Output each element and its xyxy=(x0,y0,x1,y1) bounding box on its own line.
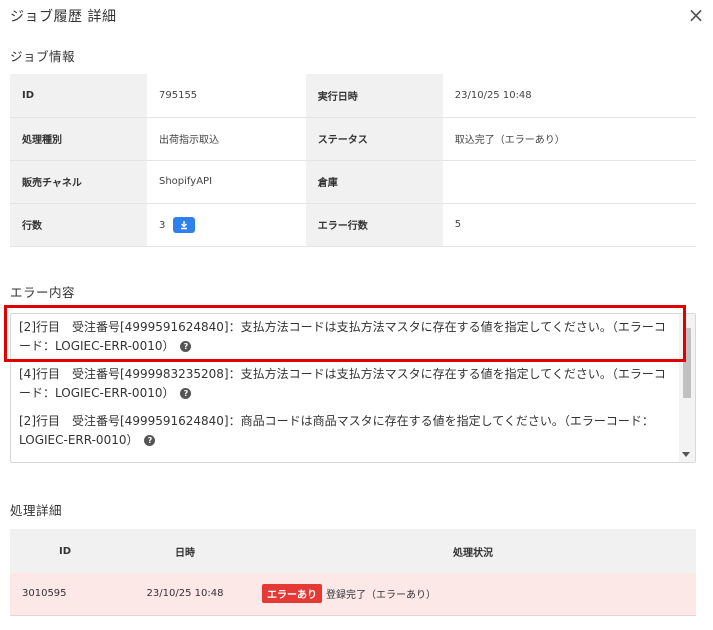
info-label: 倉庫 xyxy=(305,160,443,204)
info-label: ステータス xyxy=(305,117,443,161)
info-row: ID 795155 実行日時 23/10/25 10:48 xyxy=(10,74,696,118)
info-value: 795155 xyxy=(147,74,306,118)
info-row: 処理種別 出荷指示取込 ステータス 取込完了（エラーあり） xyxy=(10,117,696,161)
scroll-thumb[interactable] xyxy=(683,328,691,398)
download-button[interactable] xyxy=(173,216,196,233)
modal-title: ジョブ履歴 詳細 xyxy=(10,9,117,25)
col-header-datetime: 日時 xyxy=(120,529,250,573)
info-label: 処理種別 xyxy=(10,117,147,161)
error-text: [4]行目 受注番号[4999983235208]：支払方法コードは支払方法マス… xyxy=(19,367,666,400)
error-item: [4]行目 受注番号[4999983235208]：支払方法コードは支払方法マス… xyxy=(19,365,671,403)
info-label: エラー行数 xyxy=(305,203,443,247)
info-value xyxy=(442,160,696,204)
process-id: 3010595 xyxy=(10,573,120,616)
info-label: 実行日時 xyxy=(305,74,443,118)
process-table: ID 日時 処理状況 3010595 23/10/25 10:48 エラーあり登… xyxy=(10,529,696,616)
download-icon xyxy=(181,220,188,229)
error-badge: エラーあり xyxy=(262,584,322,604)
row-count-value: 3 xyxy=(159,219,166,231)
info-label: 販売チャネル xyxy=(10,160,147,204)
scroll-down-icon[interactable] xyxy=(682,452,690,457)
info-value: 3 xyxy=(147,203,306,247)
help-icon[interactable]: ? xyxy=(144,435,156,446)
col-header-status: 処理状況 xyxy=(250,529,696,573)
info-row: 行数 3 エラー行数 5 xyxy=(10,203,696,247)
process-status-cell: エラーあり 登録完了（エラーあり） xyxy=(250,573,696,616)
error-text: [2]行目 受注番号[4999591624840]：支払方法コードは支払方法マス… xyxy=(19,320,666,353)
help-icon[interactable]: ? xyxy=(180,341,192,352)
section-title-process: 処理詳細 xyxy=(10,503,63,518)
info-label: ID xyxy=(10,74,147,118)
process-datetime: 23/10/25 10:48 xyxy=(120,573,250,616)
info-value: 5 xyxy=(442,203,696,247)
help-icon[interactable]: ? xyxy=(180,388,192,399)
error-list-box[interactable]: [2]行目 受注番号[4999591624840]：支払方法コードは支払方法マス… xyxy=(10,313,696,463)
process-status: 登録完了（エラーあり） xyxy=(326,590,436,602)
error-text: [2]行目 受注番号[4999591624840]：商品コードは商品マスタに存在… xyxy=(19,414,654,447)
info-row: 販売チャネル ShopifyAPI 倉庫 xyxy=(10,160,696,204)
scrollbar[interactable] xyxy=(679,314,695,462)
info-label: 行数 xyxy=(10,203,147,247)
error-list: [2]行目 受注番号[4999591624840]：支払方法コードは支払方法マス… xyxy=(11,314,679,462)
info-value: 取込完了（エラーあり） xyxy=(442,117,696,161)
error-item: [2]行目 受注番号[4999591624840]：商品コードは商品マスタに存在… xyxy=(19,412,671,450)
section-title-job-info: ジョブ情報 xyxy=(10,49,76,64)
info-value: ShopifyAPI xyxy=(147,160,306,204)
job-info-table: ID 795155 実行日時 23/10/25 10:48 処理種別 出荷指示取… xyxy=(10,74,696,247)
info-value: 出荷指示取込 xyxy=(147,117,306,161)
close-icon[interactable]: × xyxy=(687,5,705,25)
error-item: [2]行目 受注番号[4999591624840]：支払方法コードは支払方法マス… xyxy=(19,318,671,356)
col-header-id: ID xyxy=(10,529,120,573)
info-value: 23/10/25 10:48 xyxy=(442,74,696,118)
table-row: 3010595 23/10/25 10:48 エラーあり 登録完了（エラーあり） xyxy=(10,573,696,616)
process-header-row: ID 日時 処理状況 xyxy=(10,529,696,573)
section-title-errors: エラー内容 xyxy=(10,285,76,300)
